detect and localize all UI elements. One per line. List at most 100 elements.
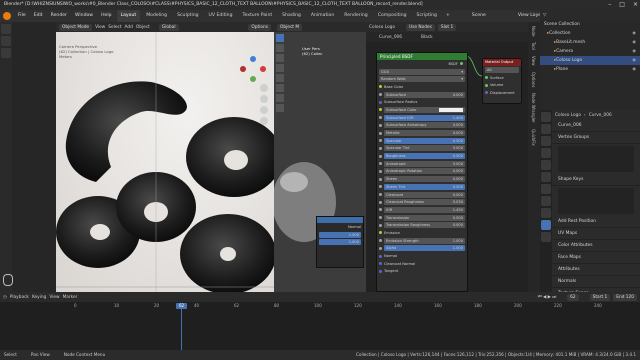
bsdf-input-row[interactable]: Clearcoat 0.000 bbox=[377, 191, 467, 199]
visibility-eye-icon[interactable]: ◉ bbox=[632, 29, 636, 38]
tab-rendering[interactable]: Rendering bbox=[340, 10, 371, 22]
scene-tab-icon[interactable] bbox=[541, 160, 551, 170]
visibility-eye-icon[interactable]: ◉ bbox=[632, 38, 636, 47]
render-tab-icon[interactable] bbox=[541, 124, 551, 134]
side-tab-view[interactable]: View bbox=[531, 56, 536, 66]
side-tab-options[interactable]: Options bbox=[531, 72, 536, 87]
navigation-gizmo[interactable] bbox=[240, 56, 266, 82]
shape-keys-list[interactable] bbox=[558, 188, 634, 214]
transform-orientation-select[interactable]: Global bbox=[158, 23, 179, 31]
pan-icon[interactable] bbox=[260, 95, 268, 103]
menu-file[interactable]: File bbox=[15, 10, 29, 22]
viewport-menu-view[interactable]: View bbox=[95, 25, 105, 30]
color-swatch[interactable] bbox=[439, 107, 463, 112]
mesh-name-field[interactable]: Curve_006 bbox=[552, 120, 640, 132]
material-name-field[interactable]: Curve_006 bbox=[379, 35, 402, 40]
minimize-icon[interactable]: – bbox=[608, 0, 611, 10]
perspective-icon[interactable] bbox=[260, 117, 268, 125]
bsdf-input-row[interactable]: Anisotropic Rotation 0.000 bbox=[377, 168, 467, 176]
object-tab-icon[interactable] bbox=[541, 184, 551, 194]
scene-selector[interactable]: Scene bbox=[469, 10, 489, 22]
bsdf-input-row[interactable]: IOR 1.450 bbox=[377, 206, 467, 214]
bsdf-input-row[interactable]: Subsurface Anisotropy 0.000 bbox=[377, 122, 467, 130]
viewport-menu-add[interactable]: Add bbox=[125, 25, 133, 30]
playhead-frame-badge[interactable]: 62 bbox=[176, 303, 187, 309]
add-rest-position-checkbox[interactable]: Add Rest Position bbox=[552, 216, 640, 228]
viewport-mode-select[interactable]: Object Mode bbox=[59, 23, 93, 31]
tab-scripting[interactable]: Scripting bbox=[413, 10, 441, 22]
outliner-scene-collection[interactable]: Scene Collection bbox=[540, 20, 640, 29]
menu-window[interactable]: Window bbox=[72, 10, 96, 22]
modifier-tab-icon[interactable] bbox=[541, 196, 551, 206]
select-box-icon[interactable] bbox=[276, 34, 284, 42]
bsdf-input-row[interactable]: Tangent bbox=[377, 268, 467, 276]
bsdf-input-row[interactable]: Emission bbox=[377, 229, 467, 237]
main-3d-viewport[interactable]: Camera Perspective (62) Collection | Col… bbox=[56, 32, 274, 292]
menu-help[interactable]: Help bbox=[98, 10, 114, 22]
close-icon[interactable]: × bbox=[633, 0, 638, 10]
tab-shading[interactable]: Shading bbox=[278, 10, 305, 22]
bsdf-input-row[interactable]: Metallic 0.000 bbox=[377, 129, 467, 137]
material-output-node[interactable]: Material Output All Surface Volume Displ… bbox=[482, 58, 522, 104]
select-tool-icon[interactable] bbox=[1, 24, 11, 34]
scale-icon[interactable] bbox=[276, 74, 284, 82]
tab-animation[interactable]: Animation bbox=[307, 10, 338, 22]
bsdf-input-row[interactable]: Normal bbox=[377, 252, 467, 260]
bsdf-input-row[interactable]: Anisotropic 0.000 bbox=[377, 160, 467, 168]
menu-render[interactable]: Render bbox=[48, 10, 70, 22]
section-shape-keys[interactable]: Shape Keys bbox=[552, 174, 640, 186]
section-color-attributes[interactable]: Color Attributes bbox=[552, 240, 640, 252]
output-tab-icon[interactable] bbox=[541, 136, 551, 146]
zoom-icon[interactable] bbox=[260, 84, 268, 92]
blender-logo-icon[interactable] bbox=[3, 12, 11, 20]
slot-select[interactable]: Slot 1 bbox=[437, 23, 457, 31]
vertex-groups-list[interactable] bbox=[558, 146, 634, 172]
viewport-menu-object[interactable]: Object bbox=[136, 25, 150, 30]
maximize-icon[interactable]: □ bbox=[619, 0, 625, 10]
subsurface-method-select[interactable]: Random Walk ▾ bbox=[377, 75, 467, 83]
bsdf-input-row[interactable]: Specular 0.500 bbox=[377, 137, 467, 145]
secondary-value-1[interactable]: 1.000 bbox=[317, 231, 363, 239]
outliner-item[interactable]: ▸ Camera ◉ bbox=[540, 47, 640, 56]
side-tab-quickfix[interactable]: QuickFix bbox=[531, 129, 536, 146]
camera-view-icon[interactable] bbox=[260, 106, 268, 114]
bsdf-input-row[interactable]: Clearcoat Normal bbox=[377, 260, 467, 268]
tab-uv-editing[interactable]: UV Editing bbox=[205, 10, 237, 22]
tab-modeling[interactable]: Modeling bbox=[142, 10, 171, 22]
cursor-tool-icon[interactable] bbox=[1, 36, 11, 46]
section-normals[interactable]: Normals bbox=[552, 276, 640, 288]
outliner-item[interactable]: ▸ Coloso Logo ◉ bbox=[540, 56, 640, 65]
bsdf-input-row[interactable]: Subsurface 0.000 bbox=[377, 91, 467, 99]
background-select[interactable]: Black bbox=[421, 35, 433, 40]
use-nodes-toggle[interactable]: Use Nodes bbox=[406, 23, 435, 31]
output-target[interactable]: All bbox=[483, 66, 521, 74]
outliner-item[interactable]: ▸ BaseLit.mesh ◉ bbox=[540, 38, 640, 47]
menu-edit[interactable]: Edit bbox=[31, 10, 46, 22]
measure-icon[interactable] bbox=[276, 104, 284, 112]
outliner-item[interactable]: ▸ Collection ◉ bbox=[540, 29, 640, 38]
bsdf-input-row[interactable]: Clearcoat Roughness 0.030 bbox=[377, 198, 467, 206]
section-attributes[interactable]: Attributes bbox=[552, 264, 640, 276]
bsdf-input-row[interactable]: Base Color bbox=[377, 83, 467, 91]
bsdf-input-row[interactable]: Emission Strength 1.000 bbox=[377, 237, 467, 245]
bsdf-input-row[interactable]: Transmission Roughness 0.000 bbox=[377, 221, 467, 229]
tab-layout[interactable]: Layout bbox=[116, 10, 141, 22]
transform-icon[interactable] bbox=[276, 84, 284, 92]
visibility-eye-icon[interactable]: ◉ bbox=[632, 47, 636, 56]
bsdf-input-row[interactable]: Sheen 0.000 bbox=[377, 175, 467, 183]
section-vertex-groups[interactable]: Vertex Groups bbox=[552, 132, 640, 144]
tool-tab-icon[interactable] bbox=[541, 112, 551, 122]
visibility-eye-icon[interactable]: ◉ bbox=[632, 65, 636, 74]
move-icon[interactable] bbox=[276, 54, 284, 62]
move-tool-icon[interactable] bbox=[1, 48, 11, 58]
side-tab-node[interactable]: Node bbox=[531, 26, 536, 36]
rotate-icon[interactable] bbox=[276, 64, 284, 72]
distribution-select[interactable]: GGX ▾ bbox=[377, 68, 467, 76]
secondary-value-2[interactable]: 1.000 bbox=[317, 238, 363, 246]
cursor-icon[interactable] bbox=[276, 44, 284, 52]
secondary-3d-viewport[interactable]: Object M User Pers (62) Collec Normal 1.… bbox=[274, 22, 366, 292]
secondary-mode-select[interactable]: Object M bbox=[277, 23, 303, 31]
bsdf-input-row[interactable]: Subsurface IOR 1.400 bbox=[377, 114, 467, 122]
bsdf-input-row[interactable]: Sheen Tint 0.500 bbox=[377, 183, 467, 191]
principled-bsdf-node[interactable]: Principled BSDF BSDF GGX ▾ Random Walk ▾ B… bbox=[376, 52, 468, 292]
